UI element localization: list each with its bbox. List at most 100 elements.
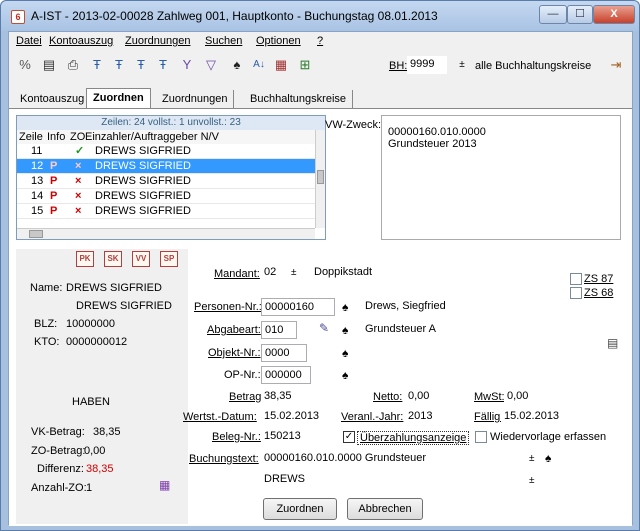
wertst-field[interactable]: 15.02.2013 <box>261 408 331 426</box>
tab-zuordnen[interactable]: Zuordnen <box>86 88 151 109</box>
faellig-field[interactable]: 15.02.2013 <box>501 408 571 426</box>
menu-zuordnungen[interactable]: Zuordnungen <box>125 35 190 47</box>
close-button[interactable]: X <box>593 5 635 24</box>
pk-button[interactable]: PK <box>76 251 94 267</box>
filter-equal-icon[interactable]: Ŧ <box>110 56 128 74</box>
tab-buchhaltungskreise[interactable]: Buchhaltungskreise <box>244 90 354 109</box>
print-icon[interactable]: ⎙ <box>64 56 82 74</box>
anzahl-value: 1 <box>86 482 93 494</box>
application-window: 6 A-IST - 2013-02-00028 Zahlweg 001, Hau… <box>0 0 640 531</box>
buchungstext-line1[interactable]: 00000160.010.0000 Grundsteuer <box>261 450 523 468</box>
row-info: P <box>50 160 58 172</box>
tab-kontoauszug[interactable]: Kontoauszug <box>14 90 92 109</box>
name-line1: DREWS SIGFRIED <box>66 282 162 294</box>
title-bar: 6 A-IST - 2013-02-00028 Zahlweg 001, Hau… <box>1 1 639 31</box>
binoculars-icon[interactable]: ♠ <box>342 369 348 381</box>
netto-value: 0,00 <box>405 388 465 406</box>
veranl-field[interactable]: 2013 <box>405 408 461 426</box>
sp-button[interactable]: SP <box>160 251 178 267</box>
table-row[interactable]: 15 P × DREWS SIGFRIED <box>17 204 315 219</box>
row-name: DREWS SIGFRIED <box>95 175 191 187</box>
binoculars-icon[interactable]: ♠ <box>342 301 348 313</box>
scroll-thumb[interactable] <box>317 170 324 184</box>
menu-suchen[interactable]: Suchen <box>205 35 242 47</box>
mandant-dropdown-icon[interactable]: ± <box>291 267 297 279</box>
percent-icon[interactable]: % <box>16 56 34 74</box>
add-entry-icon[interactable]: ⊞ <box>296 56 314 74</box>
rows-listbox[interactable]: Zeilen: 24 vollst.: 1 unvollst.: 23 Zeil… <box>16 115 326 240</box>
op-field[interactable]: 000000 <box>261 366 311 384</box>
list-horizontal-scrollbar[interactable] <box>17 228 315 239</box>
export-icon[interactable]: ▦ <box>272 56 290 74</box>
table-row-selected[interactable]: 12 P × DREWS SIGFRIED <box>17 159 315 174</box>
beleg-field[interactable]: 150213 <box>261 428 321 446</box>
minimize-button[interactable]: — <box>539 5 567 24</box>
kreise-label: alle Buchhaltungskreise <box>475 60 592 72</box>
table-row[interactable]: 11 ✓ DREWS SIGFRIED <box>17 144 315 159</box>
edit-icon[interactable]: ✎ <box>319 322 329 334</box>
objekt-label: Objekt-Nr.: <box>208 347 261 359</box>
ueberzahlung-checkbox[interactable]: ✓ <box>343 431 355 443</box>
abgabeart-field[interactable]: 010 <box>261 321 297 339</box>
filter-minus-icon[interactable]: Ŧ <box>154 56 172 74</box>
tab-zuordnungen[interactable]: Zuordnungen <box>156 90 235 109</box>
zs87-checkbox[interactable] <box>570 273 582 285</box>
col-zo[interactable]: ZO <box>70 130 85 144</box>
filter-custom-icon[interactable]: Y <box>178 56 196 74</box>
personen-field[interactable]: 00000160 <box>261 298 335 316</box>
binoculars-icon[interactable]: ♠ <box>342 347 348 359</box>
mandant-field[interactable]: 02 <box>261 264 283 282</box>
abbrechen-button[interactable]: Abbrechen <box>347 498 423 520</box>
menu-optionen[interactable]: Optionen <box>256 35 301 47</box>
mwst-label: MwSt: <box>474 391 505 403</box>
col-zeile[interactable]: Zeile <box>19 130 43 144</box>
list-header: Zeile Info ZO Einzahler/Auftraggeber N/V <box>17 130 315 144</box>
sk-button[interactable]: SK <box>104 251 122 267</box>
bh-field[interactable]: 9999 <box>407 56 447 74</box>
wiedervorlage-checkbox[interactable] <box>475 431 487 443</box>
properties-icon[interactable]: ▤ <box>40 56 58 74</box>
row-name: DREWS SIGFRIED <box>95 145 191 157</box>
bh-dropdown-icon[interactable]: ± <box>453 56 471 74</box>
app-icon: 6 <box>11 10 25 24</box>
binoculars-icon[interactable]: ♠ <box>228 56 246 74</box>
zs68-checkbox[interactable] <box>570 287 582 299</box>
zuordnen-button[interactable]: Zuordnen <box>263 498 337 520</box>
hscroll-thumb[interactable] <box>29 230 43 238</box>
betrag-label: Betrag: <box>229 391 265 403</box>
anzahl-label: Anzahl-ZO: <box>31 482 87 494</box>
binoculars-icon[interactable]: ♠ <box>342 324 348 336</box>
document-list-icon[interactable]: ▤ <box>607 337 618 349</box>
filter-remove-icon[interactable]: Ŧ <box>88 56 106 74</box>
filter-add-icon[interactable]: Ŧ <box>132 56 150 74</box>
buchungstext2-dropdown-icon[interactable]: ± <box>529 475 535 487</box>
faellig-label: Fällig: <box>474 411 504 423</box>
vw-zweck-text[interactable]: 00000160.010.0000 Grundsteuer 2013 <box>381 115 621 240</box>
menu-kontoauszug[interactable]: Kontoauszug <box>49 35 113 47</box>
buchungstext-line2[interactable]: DREWS <box>261 471 523 489</box>
maximize-button[interactable]: ☐ <box>567 5 593 24</box>
buchungstext-dropdown-icon[interactable]: ± <box>529 453 535 465</box>
col-info[interactable]: Info <box>47 130 65 144</box>
col-einzahler[interactable]: Einzahler/Auftraggeber N/V <box>85 130 219 144</box>
objekt-field[interactable]: 0000 <box>261 344 307 362</box>
bh-label: BH: <box>389 60 408 72</box>
name-label: Name: <box>30 282 63 294</box>
table-row[interactable]: 13 P × DREWS SIGFRIED <box>17 174 315 189</box>
personen-name: Drews, Siegfried <box>362 298 548 316</box>
exit-icon[interactable]: ⇥ <box>607 56 625 74</box>
row-zeile: 14 <box>31 190 44 202</box>
list-vertical-scrollbar[interactable] <box>315 130 325 228</box>
binoculars-icon[interactable]: ♠ <box>545 452 551 464</box>
menu-datei[interactable]: Datei <box>16 35 42 47</box>
row-info: P <box>50 205 58 217</box>
table-row[interactable]: 14 P × DREWS SIGFRIED <box>17 189 315 204</box>
calculator-icon[interactable]: ▦ <box>159 479 170 491</box>
sort-az-icon[interactable]: A↓ <box>250 56 268 74</box>
vw-zweck-label: VW-Zweck: <box>325 119 382 131</box>
vv-button[interactable]: VV <box>132 251 150 267</box>
menu-help[interactable]: ? <box>317 35 323 47</box>
betrag-field[interactable]: 38,35 <box>261 388 351 406</box>
ueberzahlung-label: Überzahlungsanzeige <box>357 431 470 445</box>
filter-funnel-icon[interactable]: ▽ <box>202 56 220 74</box>
